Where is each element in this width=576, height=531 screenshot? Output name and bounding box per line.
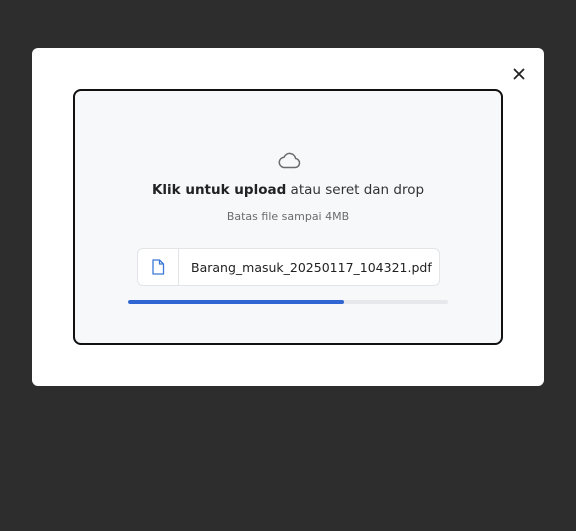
upload-progress-fill	[128, 300, 344, 304]
cloud-icon	[278, 152, 301, 169]
file-name: Barang_masuk_20250117_104321.pdf	[191, 259, 432, 275]
uploaded-file-item: Barang_masuk_20250117_104321.pdf	[137, 248, 440, 286]
file-icon	[152, 259, 165, 275]
upload-instruction: Klik untuk upload atau seret dan drop	[75, 182, 501, 198]
file-dropzone[interactable]: Klik untuk upload atau seret dan drop Ba…	[73, 89, 503, 345]
file-icon-container	[138, 249, 179, 285]
close-button[interactable]	[510, 65, 528, 83]
drag-drop-text: atau seret dan drop	[286, 182, 425, 198]
upload-dialog: Klik untuk upload atau seret dan drop Ba…	[32, 48, 544, 386]
file-size-limit: Batas file sampai 4MB	[226, 210, 350, 223]
close-icon	[513, 68, 525, 80]
upload-progress-bar	[128, 300, 448, 304]
click-to-upload-link[interactable]: Klik untuk upload	[152, 182, 286, 198]
